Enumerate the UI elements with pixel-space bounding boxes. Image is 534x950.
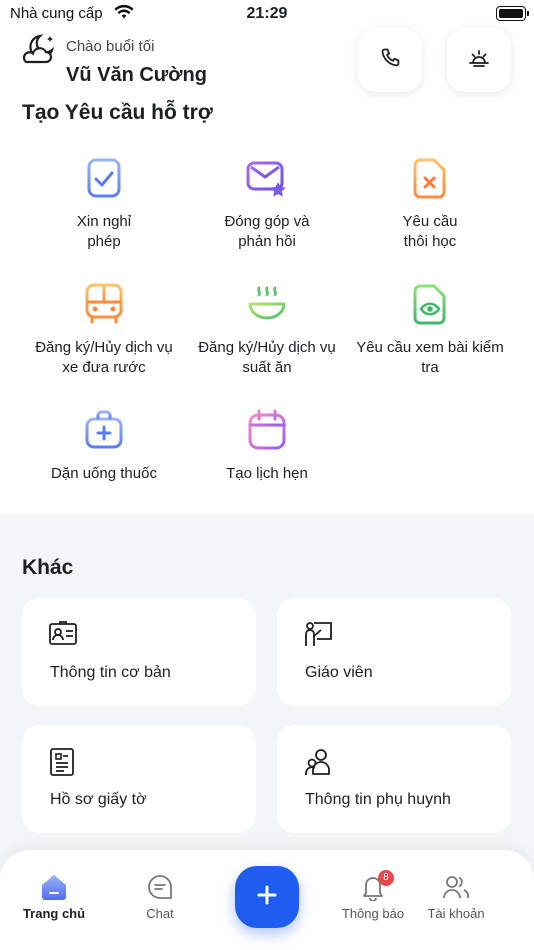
other-title: Khác	[22, 556, 74, 579]
basic-info-label: Thông tin cơ bản	[50, 664, 171, 681]
teacher-label: Giáo viên	[305, 664, 373, 681]
nav-chat[interactable]: Chat	[115, 872, 205, 921]
bell-icon: 8	[328, 870, 418, 902]
view-test-item[interactable]: Yêu cầu xem bài kiểm tra	[345, 282, 515, 378]
clock: 21:29	[246, 5, 288, 22]
notification-badge: 8	[378, 870, 394, 886]
battery-icon	[496, 6, 529, 21]
nav-chat-label: Chat	[146, 906, 174, 921]
nav-account-label: Tài khoản	[427, 906, 485, 921]
feedback-label-2: phản hồi	[238, 233, 296, 250]
user-name: Vũ Văn Cường	[66, 64, 207, 86]
meal-label-1: Đăng ký/Hủy dịch vụ	[198, 339, 336, 356]
nav-notifications-label: Thông báo	[341, 906, 405, 921]
bus-label-1: Đăng ký/Hủy dịch vụ	[35, 339, 173, 356]
document-x-icon	[408, 156, 452, 200]
food-bowl-icon	[245, 282, 289, 326]
meal-label-2: suất ăn	[242, 359, 292, 376]
teacher-card[interactable]: Giáo viên	[277, 598, 511, 706]
document-list-icon	[48, 747, 76, 782]
document-eye-icon	[408, 282, 452, 326]
parents-icon	[303, 747, 333, 782]
teacher-icon	[303, 620, 333, 653]
home-icon	[9, 872, 99, 902]
sunset-button[interactable]	[447, 28, 511, 92]
bus-label-2: xe đưa rước	[62, 359, 146, 376]
documents-card[interactable]: Hồ sơ giấy tờ	[22, 725, 256, 833]
support-section: Tạo Yêu cầu hỗ trợ Xin nghỉ phép Đóng góp…	[0, 98, 534, 514]
support-title: Tạo Yêu cầu hỗ trợ	[22, 101, 213, 124]
call-button[interactable]	[358, 28, 422, 92]
leave-request-label-2: phép	[87, 233, 121, 250]
nav-home-label: Trang chủ	[22, 906, 86, 921]
meal-service-item[interactable]: Đăng ký/Hủy dịch vụ suất ăn	[182, 282, 352, 378]
sunset-icon	[467, 46, 491, 75]
phone-icon	[378, 46, 402, 75]
bus-icon	[82, 282, 126, 326]
appointment-item[interactable]: Tạo lịch hẹn	[182, 408, 352, 484]
parents-info-card[interactable]: Thông tin phụ huynh	[277, 725, 511, 833]
withdraw-label-2: thôi học	[403, 233, 457, 250]
calendar-icon	[245, 408, 289, 452]
nav-account[interactable]: Tài khoản	[411, 872, 501, 921]
users-icon	[411, 872, 501, 902]
medicine-item[interactable]: Dặn uống thuốc	[19, 408, 189, 484]
nav-home[interactable]: Trang chủ	[9, 872, 99, 921]
medical-kit-icon	[82, 408, 126, 452]
bus-service-item[interactable]: Đăng ký/Hủy dịch vụ xe đưa rước	[19, 282, 189, 378]
leave-request-item[interactable]: Xin nghỉ phép	[19, 156, 189, 252]
feedback-label-1: Đóng góp và	[224, 213, 310, 230]
medicine-label: Dặn uống thuốc	[51, 465, 157, 482]
view-test-label-1: Yêu cầu xem bài kiểm	[356, 339, 504, 356]
greeting-text: Chào buổi tối	[66, 38, 155, 55]
add-button[interactable]	[235, 866, 299, 928]
view-test-label-2: tra	[421, 359, 439, 376]
status-bar: Nhà cung cấp 21:29	[0, 0, 534, 28]
moon-cloud-icon	[20, 32, 60, 71]
basic-info-card[interactable]: Thông tin cơ bản	[22, 598, 256, 706]
checklist-icon	[82, 156, 126, 200]
nav-notifications[interactable]: 8 Thông báo	[328, 870, 418, 921]
id-card-icon	[48, 620, 78, 653]
withdraw-request-item[interactable]: Yêu cầu thôi học	[345, 156, 515, 252]
other-section: Khác Thông tin cơ bản Giáo viên Hồ sơ gi…	[0, 514, 534, 854]
withdraw-label-1: Yêu cầu	[402, 213, 458, 230]
parents-info-label: Thông tin phụ huynh	[305, 791, 451, 808]
header: Chào buổi tối Vũ Văn Cường	[0, 28, 534, 98]
plus-icon	[256, 884, 278, 911]
leave-request-label-1: Xin nghỉ	[76, 213, 132, 230]
appointment-label: Tạo lịch hẹn	[226, 465, 308, 482]
bottom-nav: Trang chủ Chat 8 Thông báo Tài khoản	[0, 850, 534, 950]
chat-icon	[115, 872, 205, 902]
documents-label: Hồ sơ giấy tờ	[50, 791, 147, 808]
mail-star-icon	[245, 156, 289, 200]
feedback-item[interactable]: Đóng góp và phản hồi	[182, 156, 352, 252]
